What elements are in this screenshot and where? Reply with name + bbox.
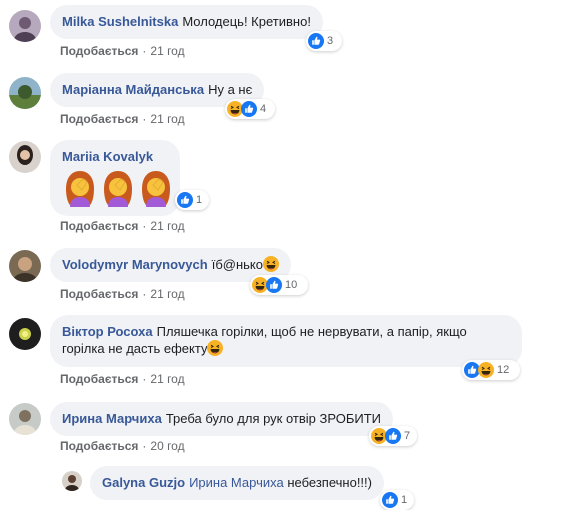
separator: · (142, 44, 147, 58)
like-link[interactable]: Подобається (60, 44, 138, 58)
avatar[interactable] (9, 318, 41, 350)
separator: · (142, 439, 147, 453)
comment-text: Ну а нє (208, 82, 253, 97)
mention-link[interactable]: Ирина Марчиха (189, 475, 284, 490)
like-icon (382, 492, 398, 508)
avatar[interactable] (9, 77, 41, 109)
comment-author[interactable]: Віктор Росоха (62, 324, 153, 339)
avatar[interactable] (9, 403, 41, 435)
reaction-summary[interactable]: 1 (380, 490, 414, 510)
like-icon (177, 192, 193, 208)
comment-text: їб@нько (211, 257, 263, 272)
comment-text: небезпечно!!!) (287, 475, 372, 490)
comment-bubble: Galyna Guzjo Ирина Марчиха небезпечно!!!) (90, 466, 384, 500)
reaction-summary[interactable]: 1 (175, 190, 209, 210)
comment-meta: Подобається · 21 год (60, 218, 185, 234)
comment-bubble: Milka Sushelnitska Молодець! Кретивно! (50, 5, 323, 39)
like-icon (266, 277, 282, 293)
timestamp[interactable]: 21 год (150, 112, 184, 126)
reaction-count: 12 (497, 364, 510, 376)
reaction-count: 4 (260, 103, 267, 115)
like-link[interactable]: Подобається (60, 439, 138, 453)
comment-bubble: Ирина Марчиха Треба було для рук отвір ЗР… (50, 402, 394, 436)
comment-author[interactable]: Маріанна Майданська (62, 82, 204, 97)
avatar[interactable] (9, 10, 41, 42)
comment-meta: Подобається · 21 год (60, 371, 185, 387)
comment-author[interactable]: Volodymyr Marynovych (62, 257, 208, 272)
avatar[interactable] (62, 471, 82, 491)
separator: · (142, 287, 147, 301)
separator: · (142, 372, 147, 386)
reaction-count: 3 (327, 35, 334, 47)
timestamp[interactable]: 21 год (150, 219, 184, 233)
timestamp[interactable]: 21 год (150, 372, 184, 386)
facepalm-emoji-icon (66, 171, 170, 207)
comment-text: Молодець! Кретивно! (182, 14, 311, 29)
reaction-summary[interactable]: 3 (306, 31, 342, 51)
reaction-count: 10 (285, 279, 298, 291)
timestamp[interactable]: 21 год (150, 44, 184, 58)
comment-author[interactable]: Galyna Guzjo (102, 475, 185, 490)
reaction-summary[interactable]: 7 (369, 426, 417, 446)
avatar[interactable] (9, 250, 41, 282)
haha-icon (478, 362, 494, 378)
reaction-summary[interactable]: 4 (225, 99, 275, 119)
reaction-count: 7 (404, 430, 411, 442)
avatar[interactable] (9, 141, 41, 173)
reaction-summary[interactable]: 10 (250, 275, 308, 295)
like-link[interactable]: Подобається (60, 287, 138, 301)
reaction-count: 1 (196, 194, 203, 206)
separator: · (142, 219, 147, 233)
laughing-emoji-icon (207, 340, 223, 356)
comment-author[interactable]: Milka Sushelnitska (62, 14, 178, 29)
separator: · (142, 112, 147, 126)
comment-author[interactable]: Ирина Марчиха (62, 411, 162, 426)
reaction-summary[interactable]: 12 (462, 360, 520, 380)
comment-meta: Подобається · 21 год (60, 286, 185, 302)
timestamp[interactable]: 20 год (150, 439, 184, 453)
like-icon (385, 428, 401, 444)
like-icon (308, 33, 324, 49)
like-icon (241, 101, 257, 117)
like-link[interactable]: Подобається (60, 112, 138, 126)
comment-author[interactable]: Mariia Kovalyk (62, 149, 153, 164)
timestamp[interactable]: 21 год (150, 287, 184, 301)
laughing-emoji-icon (263, 256, 279, 272)
comment-meta: Подобається · 21 год (60, 111, 185, 127)
comment-text: Треба було для рук отвір ЗРОБИТИ (165, 411, 382, 426)
emoji-row (64, 169, 172, 207)
like-link[interactable]: Подобається (60, 219, 138, 233)
like-link[interactable]: Подобається (60, 372, 138, 386)
comment-meta: Подобається · 21 год (60, 43, 185, 59)
comment-meta: Подобається · 20 год (60, 438, 185, 454)
comment-bubble: Віктор Росоха Пляшечка горілки, щоб не не… (50, 315, 522, 367)
